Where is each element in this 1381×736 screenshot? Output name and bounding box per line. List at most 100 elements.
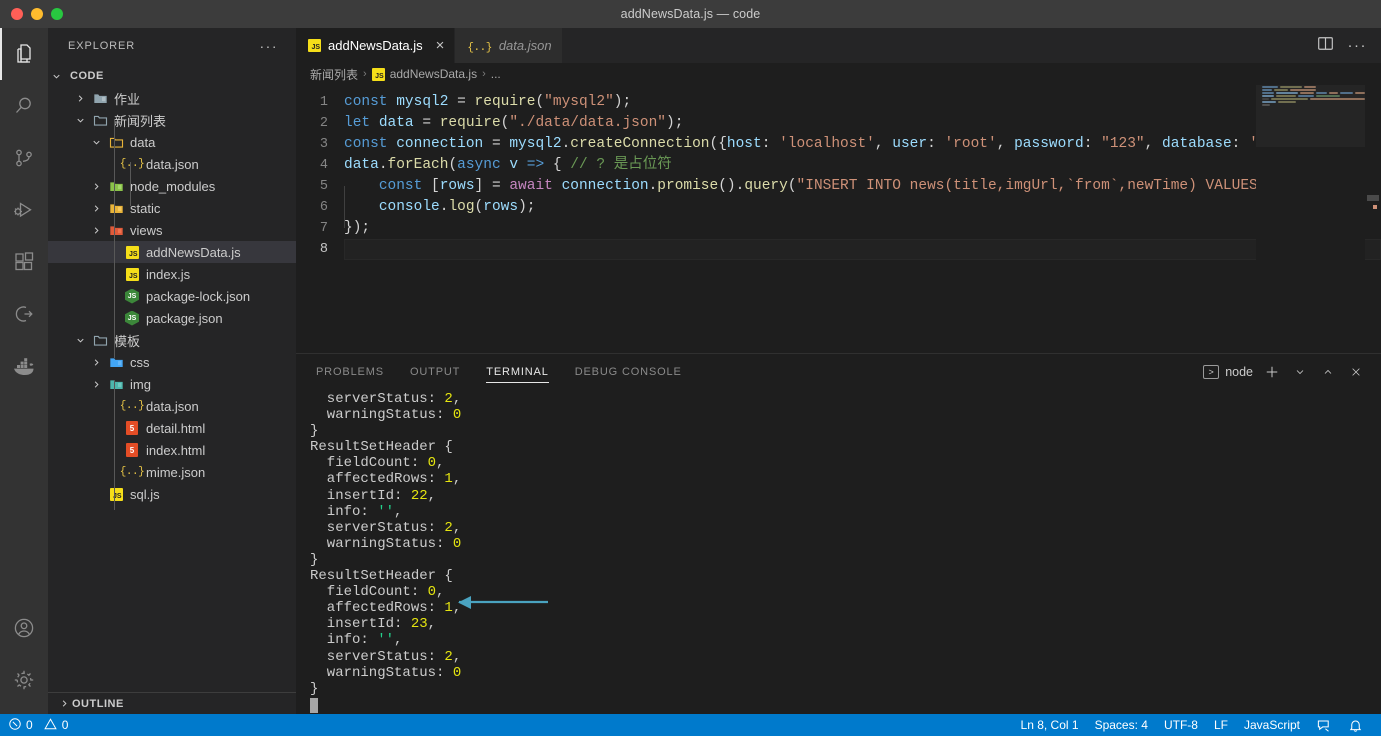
minimap-slider[interactable] <box>1256 85 1365 147</box>
panel-tab-terminal[interactable]: TERMINAL <box>486 354 550 389</box>
minimap[interactable] <box>1256 85 1365 353</box>
tree-file-item[interactable]: {..} mime.json <box>48 461 296 483</box>
code-text: data.forEach(async v => { // ? 是占位符 <box>344 155 672 176</box>
code-token: query <box>744 178 788 194</box>
terminal-text: 0 <box>452 535 462 552</box>
status-language-mode[interactable]: JavaScript <box>1236 714 1308 736</box>
tree-file-item[interactable]: JS package-lock.json <box>48 285 296 307</box>
chevron-down-icon[interactable] <box>1291 363 1309 381</box>
terminal-line: } <box>310 423 1381 439</box>
tree-folder-item[interactable]: data <box>48 131 296 153</box>
terminal-cursor-line <box>310 697 1381 713</box>
terminal-text: fieldCount: <box>310 455 428 472</box>
code-token: rows <box>439 178 475 194</box>
activity-item-remote-explorer[interactable] <box>0 288 48 340</box>
tree-indent-guide <box>114 380 115 510</box>
window-title: addNewsData.js — code <box>620 7 761 21</box>
tree-folder-item[interactable]: node_modules <box>48 175 296 197</box>
editor-tab-addNewsData-js[interactable]: JS addNewsData.js × <box>296 28 456 63</box>
feedback-icon[interactable] <box>1308 714 1340 736</box>
panel-tab-problems[interactable]: PROBLEMS <box>316 354 384 389</box>
code-token: = <box>491 136 501 152</box>
tree-folder-item[interactable]: views <box>48 219 296 241</box>
outline-section-header[interactable]: OUTLINE <box>48 692 296 714</box>
terminal-output[interactable]: serverStatus: 2, warningStatus: 0} Result… <box>296 389 1381 714</box>
js-icon: JS <box>108 486 124 502</box>
panel-tab-debug-console[interactable]: DEBUG CONSOLE <box>575 354 682 389</box>
status-problems[interactable]: 0 0 <box>8 717 68 734</box>
terminal-selector[interactable]: > node <box>1203 364 1253 379</box>
terminal-icon: > <box>1203 364 1220 379</box>
activity-item-run-and-debug[interactable] <box>0 184 48 236</box>
status-encoding[interactable]: UTF-8 <box>1156 714 1206 736</box>
tree-file-item[interactable]: 5 detail.html <box>48 417 296 439</box>
tree-file-item[interactable]: {..} data.json <box>48 395 296 417</box>
scrollbar-thumb[interactable] <box>1367 195 1379 201</box>
line-number: 4 <box>319 158 328 173</box>
sidebar-more-actions-icon[interactable]: ··· <box>260 39 279 53</box>
close-icon[interactable]: × <box>436 38 445 53</box>
terminal-scrollbar[interactable] <box>1367 389 1381 714</box>
node-icon: JS <box>124 288 140 304</box>
code-token: const <box>344 136 388 152</box>
activity-item-extensions[interactable] <box>0 236 48 288</box>
code-editor[interactable]: 1 const mysql2 = require("mysql2"); 2 let d… <box>296 85 1381 353</box>
editor-tab-data-json[interactable]: {..} data.json <box>455 28 563 63</box>
code-text: const connection = mysql2.createConnecti… <box>344 134 1258 155</box>
minimize-window-button[interactable] <box>31 8 43 20</box>
ellipsis-icon[interactable]: ··· <box>1348 38 1368 53</box>
split-editor-icon[interactable] <box>1317 35 1334 57</box>
close-panel-icon[interactable] <box>1347 363 1365 381</box>
activity-item-search[interactable] <box>0 80 48 132</box>
bell-icon[interactable] <box>1340 714 1371 736</box>
breadcrumb-item[interactable]: addNewsData.js <box>390 67 477 81</box>
breadcrumb-item[interactable]: 新闻列表 <box>310 66 358 83</box>
activity-item-docker[interactable] <box>0 340 48 392</box>
code-token: , <box>996 136 1015 152</box>
tree-folder-item[interactable]: 作业 <box>48 87 296 109</box>
activity-item-accounts[interactable] <box>0 602 48 654</box>
activity-item-source-control[interactable] <box>0 132 48 184</box>
tree-item-label: data.json <box>146 156 199 172</box>
maximize-window-button[interactable] <box>51 8 63 20</box>
status-cursor-position[interactable]: Ln 8, Col 1 <box>1013 714 1087 736</box>
code-token: async <box>457 157 501 173</box>
status-eol[interactable]: LF <box>1206 714 1236 736</box>
code-token: ] <box>474 178 492 194</box>
breadcrumb-item[interactable]: ... <box>491 67 501 81</box>
tree-folder-item[interactable]: css <box>48 351 296 373</box>
code-token: "INSERT INTO news(title,imgUrl,`from`,ne… <box>796 178 1258 194</box>
tree-file-item[interactable]: JS package.json <box>48 307 296 329</box>
activity-item-settings[interactable] <box>0 654 48 706</box>
editor-vertical-scrollbar[interactable] <box>1365 85 1381 353</box>
maximize-panel-icon[interactable] <box>1319 363 1337 381</box>
file-tree[interactable]: CODE 作业 新闻列表 data {..} data.json node_modules s… <box>48 63 296 692</box>
code-token: . <box>648 178 658 194</box>
tree-folder-item[interactable]: 模板 <box>48 329 296 351</box>
tree-item-label: detail.html <box>146 420 206 436</box>
new-terminal-icon[interactable] <box>1263 363 1281 381</box>
tree-folder-item[interactable]: static <box>48 197 296 219</box>
tree-file-item[interactable]: JS sql.js <box>48 483 296 505</box>
tree-file-item[interactable]: JS index.js <box>48 263 296 285</box>
tree-file-item[interactable]: 5 index.html <box>48 439 296 461</box>
panel-tab-output[interactable]: OUTPUT <box>410 354 460 389</box>
tree-item-label: mime.json <box>146 464 206 480</box>
tree-file-item[interactable]: {..} data.json <box>48 153 296 175</box>
chevron-right-icon <box>88 225 104 236</box>
warning-icon <box>43 717 58 734</box>
tree-folder-item[interactable]: img <box>48 373 296 395</box>
tree-file-item[interactable]: JS addNewsData.js <box>48 241 296 263</box>
tree-root-code[interactable]: CODE <box>48 65 296 87</box>
close-window-button[interactable] <box>11 8 23 20</box>
code-token: : <box>761 136 780 152</box>
panel-tabs[interactable]: PROBLEMS OUTPUT TERMINAL DEBUG CONSOLE > no… <box>296 354 1381 389</box>
code-token: ({ <box>709 136 727 152</box>
breadcrumb[interactable]: 新闻列表 › JS addNewsData.js ›... <box>296 63 1381 85</box>
status-indentation[interactable]: Spaces: 4 <box>1087 714 1156 736</box>
tree-folder-item[interactable]: 新闻列表 <box>48 109 296 131</box>
activity-item-explorer[interactable] <box>0 28 48 80</box>
folder-blue <box>92 90 108 106</box>
